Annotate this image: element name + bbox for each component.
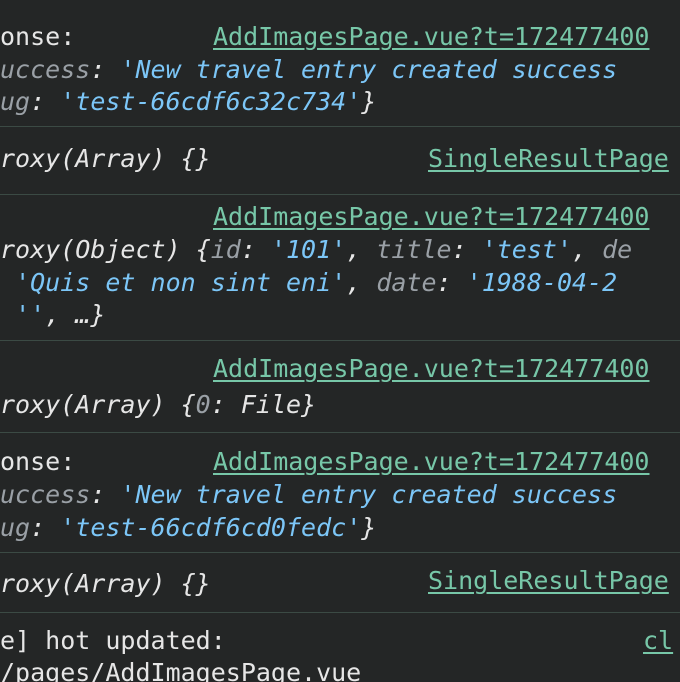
log-token: roxy(Object) { — [0, 235, 211, 264]
log-token: : — [30, 513, 61, 542]
log-token: onse: — [0, 22, 76, 51]
log-line: ug: 'test-66cdf6c32c734'} — [0, 86, 376, 118]
console-message: AddImagesPage.vue?t=172477400 onse: ucce… — [0, 0, 680, 126]
console-message: AddImagesPage.vue?t=172477400 roxy(Array… — [0, 340, 680, 433]
log-token: '' — [15, 300, 46, 329]
log-token: : — [90, 480, 121, 509]
log-token: title — [376, 235, 452, 264]
log-token: id — [210, 235, 241, 264]
log-token: : — [240, 235, 271, 264]
log-token: , — [346, 268, 377, 297]
log-token: } — [361, 87, 377, 116]
log-line: '', …} — [0, 299, 105, 331]
log-line: 'Quis et non sint eni', date: '1988-04-2 — [0, 267, 617, 299]
source-link[interactable]: AddImagesPage.vue?t=172477400 — [213, 21, 650, 53]
log-line: /pages/AddImagesPage.vue — [0, 657, 361, 682]
log-token — [0, 300, 15, 329]
log-token: , …} — [45, 300, 106, 329]
log-line: onse: — [0, 446, 75, 478]
log-token: e] hot updated: — [0, 626, 226, 655]
log-token: : File} — [210, 390, 317, 419]
log-token: : — [451, 235, 482, 264]
log-line: roxy(Array) {0: File} — [0, 389, 316, 421]
log-line: onse: — [0, 21, 75, 53]
console-message: cl e] hot updated: /pages/AddImagesPage.… — [0, 612, 680, 682]
log-token: , — [346, 235, 377, 264]
log-line: roxy(Object) {id: '101', title: 'test', … — [0, 234, 632, 266]
log-line: uccess: 'New travel entry created succes… — [0, 54, 617, 86]
log-token: roxy(Array) {} — [0, 144, 211, 173]
source-link[interactable]: SingleResultPage — [428, 143, 669, 175]
log-token: date — [376, 268, 437, 297]
log-token: 'New travel entry created success — [120, 55, 618, 84]
log-token: 'test-66cdf6cd0fedc' — [60, 513, 362, 542]
log-line: roxy(Array) {} — [0, 143, 211, 175]
log-token: : — [30, 87, 61, 116]
console-message: AddImagesPage.vue?t=172477400 onse: ucce… — [0, 432, 680, 553]
log-token: roxy(Array) {} — [0, 569, 211, 598]
log-token: 'test' — [481, 235, 572, 264]
log-token: : — [436, 268, 467, 297]
log-token: ug — [0, 87, 31, 116]
log-token: uccess — [0, 55, 91, 84]
log-token: /pages/AddImagesPage.vue — [0, 658, 362, 682]
log-token: ug — [0, 513, 31, 542]
console-message: SingleResultPage roxy(Array) {} — [0, 552, 680, 613]
log-token — [0, 268, 15, 297]
log-token: , — [572, 235, 603, 264]
source-link[interactable]: SingleResultPage — [428, 565, 669, 597]
source-link[interactable]: cl — [643, 625, 673, 657]
source-link[interactable]: AddImagesPage.vue?t=172477400 — [213, 353, 650, 385]
log-token: roxy(Array) { — [0, 390, 196, 419]
log-token: 'New travel entry created success — [120, 480, 618, 509]
log-token: : — [90, 55, 121, 84]
log-token: '1988-04-2 — [466, 268, 618, 297]
log-token: 0 — [195, 390, 211, 419]
log-token: onse: — [0, 447, 76, 476]
log-token: de — [602, 235, 633, 264]
console-message: SingleResultPage roxy(Array) {} — [0, 126, 680, 195]
log-token: uccess — [0, 480, 91, 509]
log-token: } — [361, 513, 377, 542]
source-link[interactable]: AddImagesPage.vue?t=172477400 — [213, 201, 650, 233]
log-line: e] hot updated: — [0, 625, 226, 657]
console-log: AddImagesPage.vue?t=172477400 onse: ucce… — [0, 0, 680, 682]
log-token: 'test-66cdf6c32c734' — [60, 87, 362, 116]
source-link[interactable]: AddImagesPage.vue?t=172477400 — [213, 446, 650, 478]
log-line: uccess: 'New travel entry created succes… — [0, 479, 617, 511]
console-message: AddImagesPage.vue?t=172477400 roxy(Objec… — [0, 194, 680, 341]
log-token: 'Quis et non sint eni' — [15, 268, 347, 297]
log-line: ug: 'test-66cdf6cd0fedc'} — [0, 512, 376, 544]
log-token: '101' — [270, 235, 347, 264]
log-line: roxy(Array) {} — [0, 568, 211, 600]
